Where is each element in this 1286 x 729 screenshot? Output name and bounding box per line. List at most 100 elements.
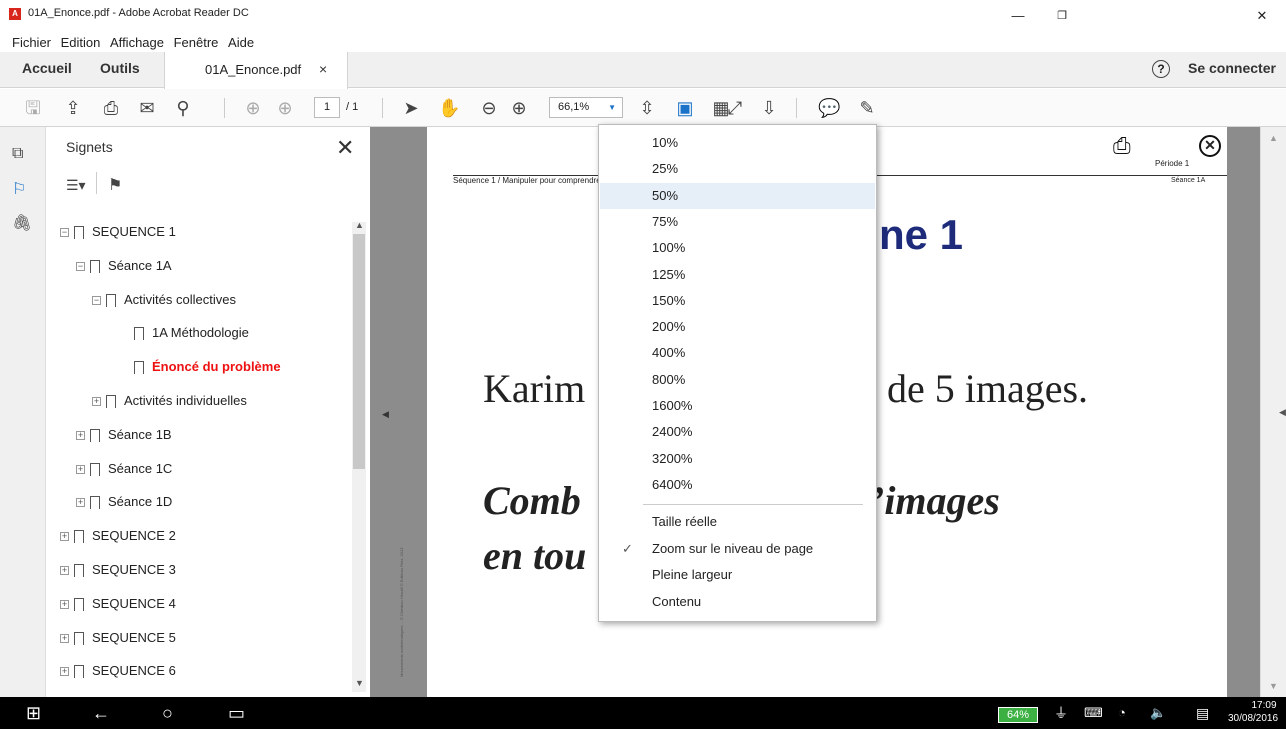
full-screen-icon[interactable]: ⤢ — [724, 97, 746, 119]
page-thumbnails-icon[interactable]: ⧉ — [12, 145, 23, 163]
zoom-option[interactable]: 6400% — [600, 472, 875, 498]
zoom-mode-option[interactable]: Contenu — [600, 589, 875, 615]
close-panel-icon[interactable]: ✕ — [336, 135, 354, 161]
zoom-option[interactable]: 150% — [600, 288, 875, 314]
power-plug-icon[interactable]: ⏚ — [1054, 697, 1068, 729]
print-icon[interactable]: ⎙ — [100, 97, 122, 119]
print-page-icon[interactable]: ⎙ — [1113, 133, 1131, 159]
collapse-left-icon[interactable]: ◀ — [382, 409, 389, 420]
save-icon[interactable]: 🖫 — [22, 97, 44, 119]
bookmark-item[interactable]: + Séance 1D — [76, 492, 172, 512]
menu-fichier[interactable]: Fichier — [12, 34, 51, 52]
bookmark-item[interactable]: + SEQUENCE 6 — [60, 661, 176, 681]
comment-icon[interactable]: 💬 — [818, 97, 840, 119]
zoom-mode-option[interactable]: Taille réelle — [600, 509, 875, 535]
wifi-icon[interactable]: ◔ — [1118, 697, 1126, 729]
zoom-option[interactable]: 1600% — [600, 393, 875, 419]
bookmarks-icon[interactable]: ⚐ — [12, 179, 26, 199]
hand-tool-icon[interactable]: ✋ — [438, 97, 460, 119]
volume-icon[interactable]: 🔈 — [1150, 697, 1166, 729]
menu-edition[interactable]: Edition — [61, 34, 101, 52]
clock-date[interactable]: 30/08/2016 — [1228, 713, 1278, 724]
minimize-button[interactable]: — — [996, 4, 1040, 28]
menu-aide[interactable]: Aide — [228, 34, 254, 52]
close-circle-icon[interactable]: ✕ — [1199, 135, 1221, 157]
windows-start-icon[interactable]: ⊞ — [26, 697, 41, 729]
sign-in-link[interactable]: Se connecter — [1188, 60, 1276, 76]
bookmarks-scrollbar[interactable]: ▲ ▼ — [352, 220, 366, 692]
bookmark-item[interactable]: − SEQUENCE 1 — [60, 222, 176, 242]
menu-fenetre[interactable]: Fenêtre — [174, 34, 219, 52]
clock-time[interactable]: 17:09 — [1244, 700, 1284, 711]
zoom-option[interactable]: 800% — [600, 367, 875, 393]
expand-icon[interactable]: + — [76, 464, 85, 474]
bookmark-item[interactable]: Énoncé du problème — [120, 357, 281, 377]
zoom-option[interactable]: 3200% — [600, 446, 875, 472]
collapse-icon[interactable]: − — [92, 295, 101, 305]
tab-document[interactable]: 01A_Enonce.pdf × — [164, 52, 348, 89]
select-cursor-icon[interactable]: ➤ — [400, 97, 422, 119]
zoom-option[interactable]: 10% — [600, 130, 875, 156]
scroll-up-icon[interactable]: ▲ — [1269, 133, 1278, 143]
page-number-input[interactable]: 1 — [314, 97, 340, 118]
bookmark-item[interactable]: − Activités collectives — [92, 290, 236, 310]
restore-button[interactable]: ❐ — [1040, 4, 1084, 28]
zoom-option[interactable]: 25% — [600, 156, 875, 182]
zoom-level-field[interactable]: 66,1% ▼ — [549, 97, 623, 118]
search-icon[interactable]: ⚲ — [172, 97, 194, 119]
tab-home[interactable]: Accueil — [22, 60, 72, 76]
new-bookmark-icon[interactable]: ⚑ — [108, 175, 122, 195]
expand-icon[interactable]: + — [60, 633, 69, 643]
scrollbar-thumb[interactable] — [353, 234, 365, 469]
search-icon[interactable]: ○ — [162, 697, 173, 729]
fit-page-icon[interactable]: ⇳ — [636, 97, 658, 119]
notifications-icon[interactable]: ▤ — [1196, 697, 1209, 729]
scroll-down-icon[interactable]: ▼ — [1269, 681, 1278, 691]
previous-page-icon[interactable]: ⊕ — [242, 97, 264, 119]
scroll-mode-icon[interactable]: ▣ — [674, 97, 696, 119]
zoom-option[interactable]: 75% — [600, 209, 875, 235]
menu-affichage[interactable]: Affichage — [110, 34, 164, 52]
highlight-pen-icon[interactable]: ✎ — [856, 97, 878, 119]
zoom-mode-option[interactable]: ✓ Zoom sur le niveau de page — [600, 536, 875, 562]
zoom-option[interactable]: 2400% — [600, 419, 875, 445]
keyboard-icon[interactable]: ⌨ — [1084, 697, 1103, 729]
scroll-up-icon[interactable]: ▲ — [355, 220, 364, 230]
attachments-icon[interactable]: 🖇 — [12, 213, 32, 233]
bookmark-item[interactable]: + SEQUENCE 3 — [60, 560, 176, 580]
bookmark-item[interactable]: + Activités individuelles — [92, 391, 247, 411]
options-icon[interactable]: ☰▾ — [66, 177, 86, 194]
battery-indicator[interactable]: 64% — [998, 707, 1038, 723]
email-icon[interactable]: ✉ — [136, 97, 158, 119]
expand-icon[interactable]: + — [60, 599, 69, 609]
document-scrollbar[interactable]: ▲ ◀ ▼ — [1260, 127, 1286, 697]
bookmark-item[interactable]: + SEQUENCE 2 — [60, 526, 176, 546]
zoom-mode-option[interactable]: Pleine largeur — [600, 562, 875, 588]
zoom-option[interactable]: 50% — [600, 182, 875, 209]
next-page-icon[interactable]: ⊕ — [274, 97, 296, 119]
bookmark-item[interactable]: 1A Méthodologie — [120, 323, 249, 343]
expand-icon[interactable]: + — [60, 532, 69, 542]
expand-icon[interactable]: + — [92, 397, 101, 407]
zoom-option[interactable]: 125% — [600, 262, 875, 288]
zoom-option[interactable]: 200% — [600, 314, 875, 340]
bookmark-item[interactable]: + SEQUENCE 5 — [60, 628, 176, 648]
expand-icon[interactable]: + — [76, 430, 85, 440]
expand-icon[interactable]: + — [60, 566, 69, 576]
bookmark-item[interactable]: + SEQUENCE 4 — [60, 594, 176, 614]
bookmark-item[interactable]: + Séance 1B — [76, 425, 172, 445]
bookmark-item[interactable]: − Séance 1A — [76, 256, 172, 276]
zoom-out-icon[interactable]: ⊖ — [478, 97, 500, 119]
zoom-option[interactable]: 400% — [600, 340, 875, 366]
expand-right-icon[interactable]: ◀ — [1279, 407, 1286, 418]
close-window-button[interactable]: ✕ — [1240, 4, 1284, 28]
help-icon[interactable]: ? — [1152, 60, 1170, 78]
zoom-option[interactable]: 100% — [600, 235, 875, 261]
tab-tools[interactable]: Outils — [100, 60, 140, 76]
scroll-down-icon[interactable]: ▼ — [355, 678, 364, 688]
expand-icon[interactable]: + — [76, 498, 85, 508]
zoom-in-icon[interactable]: ⊕ — [508, 97, 530, 119]
upload-cloud-icon[interactable]: ⇪ — [62, 97, 84, 119]
collapse-icon[interactable]: − — [60, 228, 69, 238]
task-view-icon[interactable]: ▭ — [228, 697, 245, 729]
